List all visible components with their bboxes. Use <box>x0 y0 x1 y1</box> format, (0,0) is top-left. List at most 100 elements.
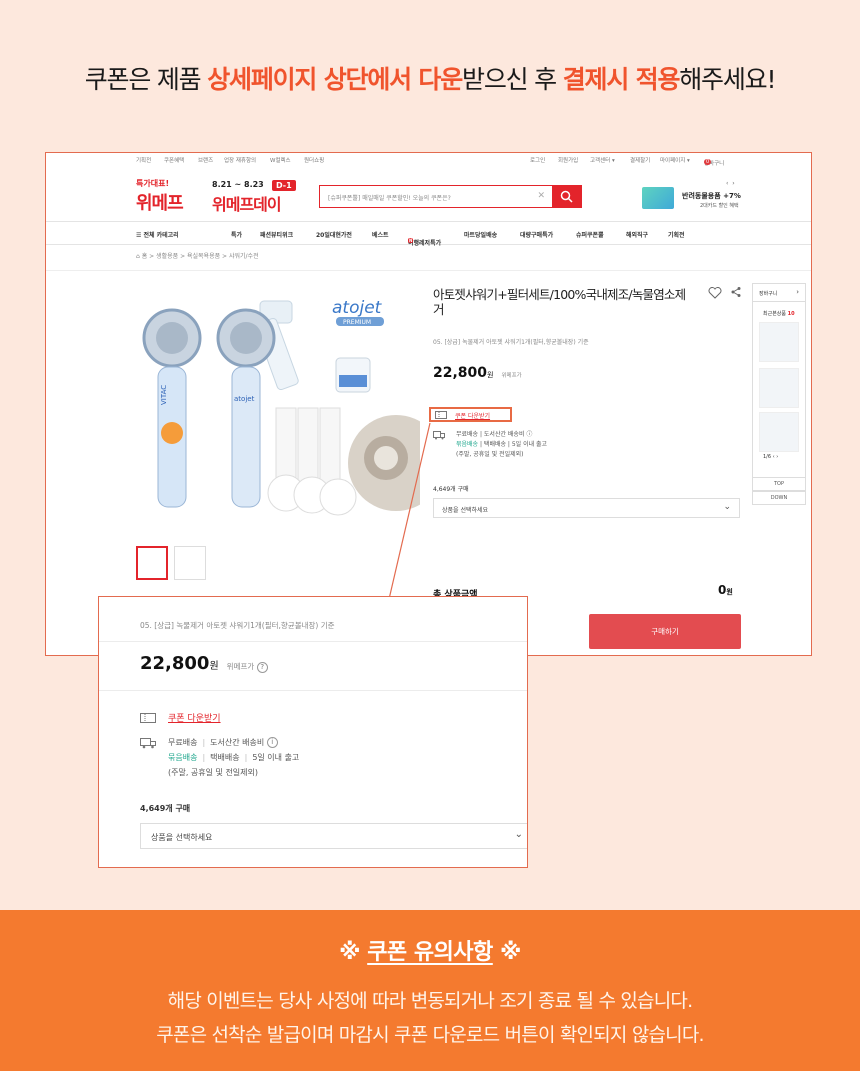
buy-button[interactable]: 구매하기 <box>589 614 741 649</box>
product-title: 아토젯샤워기+필터세트/100%국내제조/녹물염소제거 <box>433 287 686 317</box>
util-link-4[interactable]: 업장 재휴항의 <box>224 156 256 164</box>
chevron-down-icon: ⌄ <box>514 829 523 840</box>
dday-badge: D-1 <box>272 180 296 191</box>
nav-item[interactable]: 마트당일배송 <box>464 230 497 239</box>
headline-highlight-1: 상세페이지 상단에서 다운 <box>207 65 463 94</box>
price-value: 22,800 <box>433 365 488 381</box>
nav-item[interactable]: 패션뷰티위크 <box>260 230 293 239</box>
util-link-5[interactable]: W컬렉스 <box>270 156 291 164</box>
nav-item[interactable]: 특가 <box>231 230 242 239</box>
util-link-2[interactable]: 쿠폰혜택 <box>164 156 184 164</box>
remote-area-fee: 도서산간 배송비 <box>210 738 265 747</box>
util-link-3[interactable]: 브랜즈 <box>198 156 213 164</box>
utility-bar: 기획전 쿠폰혜택 브랜즈 업장 재휴항의 W컬렉스 원더쇼핑 로그인 회원가입 … <box>46 153 811 167</box>
search-input[interactable]: [슈퍼쿠폰뿔] 매일매일 쿠폰할인! 오늘의 쿠폰은? <box>328 193 451 202</box>
zoom-purchase-count: 4,649개 구매 <box>140 804 191 813</box>
notice-title-suffix: ※ <box>492 940 521 965</box>
recent-item-1[interactable] <box>759 322 799 362</box>
category-nav: ☰ 전체 카테고리 특가 패션뷰티위크 20일대현가전 베스트 여행레저특가 N … <box>46 221 811 247</box>
util-link-6[interactable]: 원더쇼핑 <box>304 156 324 164</box>
payment-link[interactable]: 결제찰기 <box>630 156 650 164</box>
shipping-line-2-rest: | 택배배송 | 5일 이내 출고 <box>478 441 548 448</box>
signup-link[interactable]: 회원가입 <box>558 156 578 164</box>
site-logo[interactable]: 위메프 <box>136 189 184 215</box>
cart-count-badge: 0 <box>704 159 712 165</box>
coupon-download-link[interactable]: 쿠폰 다운받기 <box>455 411 490 420</box>
zoom-option-select-placeholder: 상품을 선택하세요 <box>151 833 213 842</box>
product-image[interactable]: atojet PREMIUM VITAC atojet <box>136 283 420 523</box>
zoom-option-select[interactable]: 상품을 선택하세요 ⌄ <box>140 823 527 849</box>
customer-center-link[interactable]: 고객센터 ▾ <box>590 156 615 164</box>
headline-text-2: 받으신 후 <box>462 65 563 94</box>
free-shipping: 무료배송 <box>168 738 198 747</box>
down-button[interactable]: DOWN <box>752 491 806 505</box>
share-icon[interactable] <box>730 286 742 298</box>
zoom-coupon-download-link[interactable]: 쿠폰 다운받기 <box>168 711 221 724</box>
zoom-price-value: 22,800 <box>140 653 210 674</box>
right-sidebar: 장바구니 › 최근본상품 10 1/6 ‹ › <box>752 283 806 483</box>
nav-item[interactable]: 해외직구 <box>626 230 648 239</box>
headline-highlight-2: 결제시 적용 <box>562 65 681 94</box>
nav-item[interactable]: 슈퍼쿠폰뿔 <box>576 230 604 239</box>
recent-item-3[interactable] <box>759 412 799 452</box>
truck-icon <box>433 431 445 440</box>
divider <box>99 690 527 691</box>
thumbnail-1[interactable] <box>136 546 168 580</box>
nav-item[interactable]: 기획전 <box>668 230 685 239</box>
nav-all-categories[interactable]: ☰ 전체 카테고리 <box>136 230 179 239</box>
question-icon[interactable]: ? <box>256 661 268 673</box>
zoom-price-compare[interactable]: 위메프가 ? <box>226 661 268 673</box>
thumbnail-2[interactable] <box>174 546 206 580</box>
recent-item-2[interactable] <box>759 368 799 408</box>
ad-title[interactable]: 반려동물용품 +7% <box>682 191 741 201</box>
heart-icon[interactable] <box>708 287 722 299</box>
nav-item[interactable]: 20일대현가전 <box>316 230 352 239</box>
ad-arrows[interactable]: ‹ › <box>726 180 736 187</box>
total-unit: 원 <box>726 588 733 596</box>
price-unit: 원 <box>487 371 494 379</box>
new-badge: N <box>408 238 414 243</box>
notice-section: ※ 쿠폰 유의사항 ※ 해당 이벤트는 당사 사정에 따라 변동되거나 조기 종… <box>0 910 860 1071</box>
vitac-label: VITAC <box>160 385 168 405</box>
search-button[interactable] <box>552 185 582 208</box>
info-icon[interactable]: i <box>266 737 278 748</box>
product-price: 22,800원 위메프가 <box>433 365 522 381</box>
mypage-link[interactable]: 마이페이지 ▾ <box>660 156 690 164</box>
coupon-highlight-box: 쿠폰 다운받기 <box>429 407 512 422</box>
option-select[interactable]: 상품을 선택하세요 ⌄ <box>433 498 740 518</box>
sidebar-cart[interactable]: 장바구니 › <box>753 284 805 302</box>
atojet-filter-label: atojet <box>234 395 255 403</box>
ad-banner-image[interactable] <box>642 187 674 209</box>
notice-title-text: 쿠폰 유의사항 <box>367 940 493 965</box>
search-bar[interactable]: [슈퍼쿠폰뿔] 매일매일 쿠폰할인! 오늘의 쿠폰은? ✕ <box>319 185 582 208</box>
courier-shipping: 택배배송 <box>210 753 240 762</box>
ship-days: 5일 이내 출고 <box>252 753 300 762</box>
util-link-1[interactable]: 기획전 <box>136 156 151 164</box>
price-compare[interactable]: 위메프가 <box>501 373 521 379</box>
search-icon <box>560 190 573 203</box>
recent-pager[interactable]: 1/6 ‹ › <box>763 454 778 460</box>
nav-item[interactable]: 베스트 <box>372 230 389 239</box>
notice-line-1: 해당 이벤트는 당사 사정에 따라 변동되거나 조기 종료 될 수 있습니다. <box>167 990 693 1012</box>
notice-title: ※ 쿠폰 유의사항 ※ <box>0 934 860 966</box>
bundle-shipping[interactable]: 묶음배송 <box>456 441 478 448</box>
login-link[interactable]: 로그인 <box>530 156 545 164</box>
event-logo[interactable]: 위메프데이 <box>212 191 282 215</box>
notice-line-2: 쿠폰은 선착순 발급이며 마감시 쿠폰 다운로드 버튼이 확인되지 않습니다. <box>156 1024 704 1046</box>
bundle-shipping-link[interactable]: 묶음배송 <box>168 753 197 762</box>
zoom-detail-panel: 05. [상급] 녹물제거 아토젯 샤워기1개(필터,향균볼내장) 기준 22,… <box>98 596 528 868</box>
shipping-info: 무료배송 | 도서산간 배송비 ⓘ 묶음배송 | 택배배송 | 5일 이내 출고… <box>456 430 547 460</box>
clear-icon[interactable]: ✕ <box>537 191 545 201</box>
headline: 쿠폰은 제품 상세페이지 상단에서 다운받으신 후 결제시 적용해주세요! <box>0 60 860 96</box>
ad-subtitle: 2대카드 할인 혜택 <box>700 203 739 209</box>
zoom-price-compare-label: 위메프가 <box>226 662 255 671</box>
nav-item[interactable]: 대량구매특가 <box>520 230 553 239</box>
atojet-brand: atojet <box>332 298 383 318</box>
truck-icon <box>140 738 156 749</box>
top-button[interactable]: TOP <box>752 477 806 491</box>
zoom-shipping-line-1: 무료배송 | 도서산간 배송비 i <box>168 735 299 750</box>
chevron-right-icon: › <box>796 288 799 296</box>
premium-label: PREMIUM <box>343 319 371 326</box>
breadcrumb[interactable]: ⌂ 홈 > 생활용품 > 욕실목욕용품 > 샤워기/수전 <box>136 251 259 260</box>
event-dates: 8.21 ~ 8.23 <box>212 180 264 189</box>
